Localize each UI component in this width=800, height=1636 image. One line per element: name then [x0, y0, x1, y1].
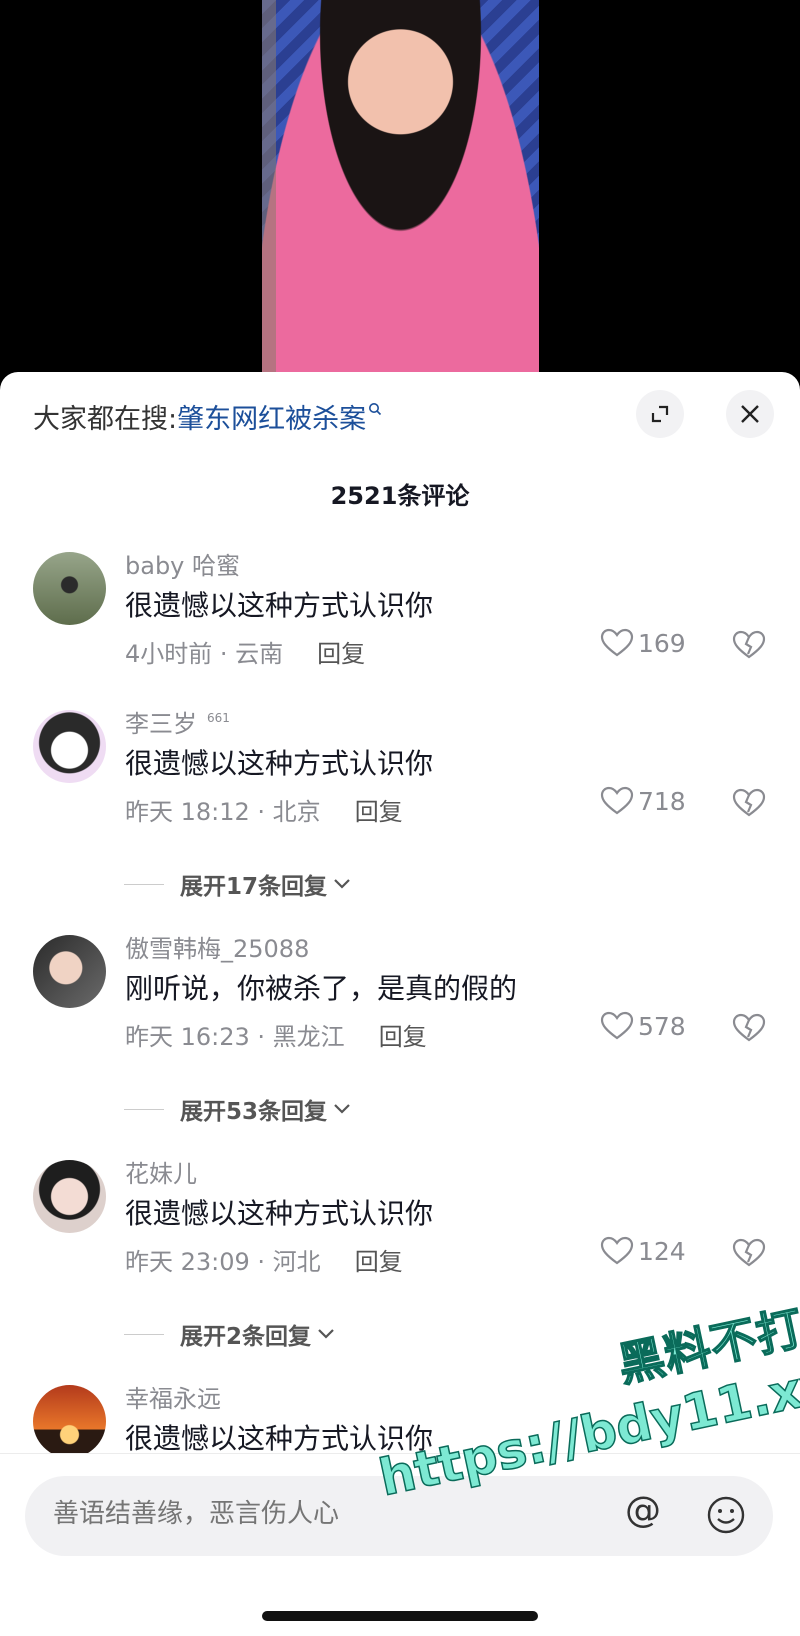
expand-replies-label: 展开2条回复 [180, 1324, 312, 1350]
like-count: 718 [638, 786, 686, 816]
emoji-icon[interactable] [705, 1494, 747, 1540]
expand-replies-button[interactable]: 展开2条回复 [124, 1317, 335, 1351]
video-area[interactable] [0, 0, 800, 372]
close-icon [741, 405, 759, 423]
comments-list[interactable]: baby 哈蜜 很遗憾以这种方式认识你 4小时前 · 云南 回复 169 李三岁… [0, 372, 800, 1453]
comment-time-location: 昨天 16:23 · 黑龙江 [125, 1023, 345, 1051]
comment-time-location: 4小时前 · 云南 [125, 640, 284, 668]
close-button[interactable] [726, 390, 774, 438]
heart-icon [600, 1236, 634, 1265]
comments-count-title: 2521条评论 [330, 482, 470, 510]
broken-heart-icon [732, 1238, 766, 1267]
reply-button[interactable]: 回复 [355, 1242, 403, 1277]
comment-username[interactable]: 花妹儿 [125, 1154, 197, 1189]
dislike-button[interactable] [732, 1013, 766, 1047]
dislike-button[interactable] [732, 1238, 766, 1272]
broken-heart-icon [732, 788, 766, 817]
chevron-down-icon [318, 1329, 334, 1339]
comment-text: 很遗憾以这种方式认识你 [125, 589, 434, 622]
expand-replies-button[interactable]: 展开17条回复 [124, 867, 351, 901]
comment-item: 傲雪韩梅_25088 刚听说，你被杀了，是真的假的 昨天 16:23 · 黑龙江… [0, 925, 800, 1055]
comment-item: baby 哈蜜 很遗憾以这种方式认识你 4小时前 · 云南 回复 169 [0, 542, 800, 672]
like-button[interactable]: 169 [600, 628, 686, 658]
broken-heart-icon [732, 1013, 766, 1042]
dislike-button[interactable] [732, 788, 766, 822]
dislike-button[interactable] [732, 630, 766, 664]
like-button[interactable]: 578 [600, 1011, 686, 1041]
search-suggestion-label: 大家都在搜: [33, 403, 178, 435]
divider-line [124, 1333, 164, 1335]
reply-button[interactable]: 回复 [355, 792, 403, 827]
chevron-down-icon [334, 1104, 350, 1114]
heart-icon [600, 1011, 634, 1040]
broken-heart-icon [732, 630, 766, 659]
comment-username[interactable]: 李三岁 661 [125, 704, 230, 739]
comment-item: 花妹儿 很遗憾以这种方式认识你 昨天 23:09 · 河北 回复 124 [0, 1150, 800, 1280]
avatar[interactable] [33, 1385, 106, 1453]
divider-line [124, 1108, 164, 1110]
reply-button[interactable]: 回复 [379, 1017, 427, 1052]
comments-sheet: 大家都在搜: 肇东网红被杀案 2521条评论 baby 哈蜜 很遗憾以这种方式认… [0, 372, 800, 1636]
comment-text: 刚听说，你被杀了，是真的假的 [125, 972, 518, 1005]
comment-input-field[interactable] [51, 1498, 475, 1530]
comment-item: 李三岁 661 很遗憾以这种方式认识你 昨天 18:12 · 北京 回复 718 [0, 700, 800, 830]
reply-button[interactable]: 回复 [317, 634, 365, 669]
like-button[interactable]: 124 [600, 1236, 686, 1266]
divider-line [124, 883, 164, 885]
comment-time-location: 昨天 18:12 · 北京 [125, 798, 321, 826]
avatar[interactable] [33, 710, 106, 783]
user-level-badge: 661 [207, 711, 230, 725]
home-indicator [262, 1611, 538, 1621]
expand-icon [651, 405, 669, 423]
comment-username[interactable]: 傲雪韩梅_25088 [125, 929, 309, 964]
avatar[interactable] [33, 935, 106, 1008]
comment-time-location: 昨天 23:09 · 河北 [125, 1248, 321, 1276]
mention-icon[interactable]: @ [625, 1490, 661, 1531]
expand-replies-label: 展开53条回复 [180, 1099, 328, 1125]
avatar[interactable] [33, 552, 106, 625]
like-count: 124 [638, 1236, 686, 1266]
like-count: 169 [638, 628, 686, 658]
search-suggestion-term[interactable]: 肇东网红被杀案 [177, 397, 366, 436]
avatar[interactable] [33, 1160, 106, 1233]
heart-icon [600, 786, 634, 815]
video-thumbnail[interactable] [262, 0, 539, 372]
heart-icon [600, 628, 634, 657]
like-count: 578 [638, 1011, 686, 1041]
comment-username[interactable]: 幸福永远 [125, 1379, 221, 1414]
chevron-down-icon [334, 879, 350, 889]
comment-username-text: 李三岁 [125, 710, 197, 738]
expand-replies-label: 展开17条回复 [180, 874, 328, 900]
expand-replies-button[interactable]: 展开53条回复 [124, 1092, 351, 1126]
expand-fullscreen-button[interactable] [636, 390, 684, 438]
like-button[interactable]: 718 [600, 786, 686, 816]
comment-text: 很遗憾以这种方式认识你 [125, 747, 434, 780]
search-suggestion[interactable]: 大家都在搜: 肇东网红被杀案 [33, 396, 382, 436]
comment-username[interactable]: baby 哈蜜 [125, 546, 240, 581]
search-icon [368, 400, 382, 421]
comment-text: 很遗憾以这种方式认识你 [125, 1197, 434, 1230]
